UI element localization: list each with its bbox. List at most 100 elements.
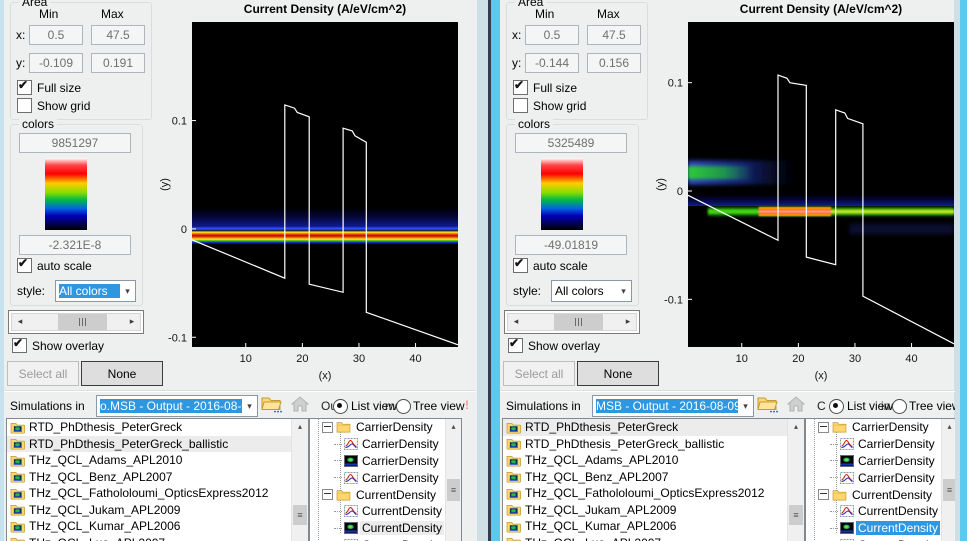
scrollbar-thumb[interactable]: ≡	[447, 479, 460, 501]
checkbox-box	[513, 80, 528, 95]
x-row-label: x:	[512, 28, 521, 42]
full-size-checkbox[interactable]: Full size	[513, 80, 577, 95]
colormap-thumbnail-icon	[840, 455, 854, 467]
y-max-field[interactable]: 0.156	[587, 53, 641, 73]
tree-item[interactable]: CurrentDensity	[806, 537, 941, 541]
list-item[interactable]: THz_QCL_Adams_APL2010	[503, 452, 787, 469]
list-item[interactable]: THz_QCL_Luo_APL2007	[503, 535, 787, 541]
tree-item[interactable]: CarrierDensity	[806, 469, 941, 486]
auto-scale-checkbox[interactable]: auto scale	[17, 258, 92, 273]
select-all-button[interactable]: Select all	[7, 361, 79, 386]
scrollbar-thumb[interactable]	[554, 314, 603, 330]
scrollbar-thumb[interactable]	[58, 314, 107, 330]
plot-canvas[interactable]: 0.10-0.110203040(y)(x)	[158, 18, 476, 393]
show-overlay-checkbox[interactable]: Show overlay	[508, 338, 600, 353]
color-max-field[interactable]: 9851297	[19, 133, 131, 153]
list-item[interactable]: THz_QCL_Fathololoumi_OpticsExpress2012	[503, 485, 787, 502]
home-icon[interactable]	[787, 396, 805, 412]
panel-separator-strip	[477, 0, 488, 541]
clipped-label-fragment: in	[881, 399, 890, 413]
list-item[interactable]: THz_QCL_Benz_APL2007	[7, 469, 291, 486]
x-min-field[interactable]: 0.5	[29, 25, 83, 45]
collapse-minus-box[interactable]	[322, 422, 333, 433]
scroll-right-arrow[interactable]: ▸	[620, 314, 636, 330]
tree-item-label: CarrierDensity	[856, 437, 937, 451]
tree-item[interactable]: CurrentDensity	[310, 503, 445, 520]
folder-icon	[506, 454, 521, 467]
list-item[interactable]: RTD_PhDthesis_PeterGreck_ballistic	[503, 436, 787, 453]
tree-item[interactable]: CarrierDensity	[310, 469, 445, 486]
style-combo[interactable]: All colors ▾	[551, 280, 632, 302]
list-item[interactable]: THz_QCL_Jukam_APL2009	[7, 502, 291, 519]
scroll-up-arrow[interactable]: ▴	[942, 419, 955, 434]
tree-folder[interactable]: CurrentDensity	[310, 486, 445, 503]
x-max-field[interactable]: 47.5	[587, 25, 641, 45]
collapse-minus-box[interactable]	[818, 422, 829, 433]
style-combo[interactable]: All colors ▾	[55, 280, 136, 302]
tree-item[interactable]: CarrierDensity	[806, 453, 941, 470]
none-button[interactable]: None	[577, 361, 659, 386]
show-grid-checkbox[interactable]: Show grid	[17, 98, 90, 113]
scroll-left-arrow[interactable]: ◂	[508, 314, 524, 330]
collapse-minus-box[interactable]	[322, 489, 333, 500]
tree-item[interactable]: CarrierDensity	[310, 453, 445, 470]
y-min-field[interactable]: -0.109	[29, 53, 83, 73]
tree-item[interactable]: CurrentDensity	[806, 520, 941, 537]
color-max-field[interactable]: 5325489	[515, 133, 627, 153]
tree-item[interactable]: CarrierDensity	[310, 436, 445, 453]
y-max-field[interactable]: 0.191	[91, 53, 145, 73]
scroll-left-arrow[interactable]: ◂	[12, 314, 28, 330]
list-item[interactable]: THz_QCL_Kumar_APL2006	[503, 518, 787, 535]
list-view-radio[interactable]	[829, 399, 844, 414]
tree-folder[interactable]: CurrentDensity	[806, 486, 941, 503]
simulations-combo[interactable]: MSB - Output - 2016-08-09 ▾	[592, 395, 754, 417]
show-overlay-checkbox[interactable]: Show overlay	[12, 338, 104, 353]
y-min-field[interactable]: -0.144	[525, 53, 579, 73]
x-min-field[interactable]: 0.5	[525, 25, 579, 45]
plot-canvas[interactable]: 0.10-0.110203040(y)(x)	[654, 18, 955, 393]
tree-item[interactable]: CurrentDensity	[310, 520, 445, 537]
folder-icon	[336, 421, 351, 433]
list-item[interactable]: THz_QCL_Adams_APL2010	[7, 452, 291, 469]
scroll-up-arrow[interactable]: ▴	[292, 419, 308, 434]
tree-item[interactable]: CurrentDensity	[310, 537, 445, 541]
scrollbar-thumb[interactable]: ≡	[789, 505, 803, 525]
tree-folder[interactable]: CarrierDensity	[310, 419, 445, 436]
scrollbar-thumb[interactable]: ≡	[943, 479, 955, 501]
show-grid-checkbox[interactable]: Show grid	[513, 98, 586, 113]
list-item[interactable]: THz_QCL_Fathololoumi_OpticsExpress2012	[7, 485, 291, 502]
scroll-up-arrow[interactable]: ▴	[446, 419, 461, 434]
auto-scale-checkbox[interactable]: auto scale	[513, 258, 588, 273]
min-column-label: Min	[39, 7, 58, 21]
tree-item[interactable]: CarrierDensity	[806, 436, 941, 453]
x-max-field[interactable]: 47.5	[91, 25, 145, 45]
select-all-button[interactable]: Select all	[503, 361, 575, 386]
scroll-up-arrow[interactable]: ▴	[788, 419, 804, 434]
tree-folder[interactable]: CarrierDensity	[806, 419, 941, 436]
simulations-combo[interactable]: o.MSB - Output - 2016-08-09 ▾	[96, 395, 258, 417]
full-size-checkbox[interactable]: Full size	[17, 80, 81, 95]
list-item[interactable]: THz_QCL_Benz_APL2007	[503, 469, 787, 486]
color-min-field[interactable]: -49.01819	[515, 235, 627, 255]
folder-icon	[10, 470, 25, 483]
tree-view-label[interactable]: Tree view	[413, 399, 465, 413]
list-item[interactable]: THz_QCL_Luo_APL2007	[7, 535, 291, 541]
list-item[interactable]: RTD_PhDthesis_PeterGreck	[7, 419, 291, 436]
list-item[interactable]: RTD_PhDthesis_PeterGreck	[503, 419, 787, 436]
collapse-minus-box[interactable]	[818, 489, 829, 500]
home-icon[interactable]	[291, 396, 309, 412]
list-item[interactable]: RTD_PhDthesis_PeterGreck_ballistic	[7, 436, 291, 453]
list-view-radio[interactable]	[333, 399, 348, 414]
tree-item[interactable]: CurrentDensity	[806, 503, 941, 520]
color-min-field[interactable]: -2.321E-8	[19, 235, 131, 255]
tree-view-label[interactable]: Tree view	[909, 399, 955, 413]
tree-view-radio[interactable]	[396, 399, 411, 414]
scroll-right-arrow[interactable]: ▸	[124, 314, 140, 330]
line-chart-icon	[840, 505, 854, 517]
list-item-label: THz_QCL_Luo_APL2007	[525, 536, 661, 541]
list-item[interactable]: THz_QCL_Kumar_APL2006	[7, 518, 291, 535]
none-button[interactable]: None	[81, 361, 163, 386]
scrollbar-thumb[interactable]: ≡	[293, 505, 307, 525]
tree-view-radio[interactable]	[892, 399, 907, 414]
list-item[interactable]: THz_QCL_Jukam_APL2009	[503, 502, 787, 519]
